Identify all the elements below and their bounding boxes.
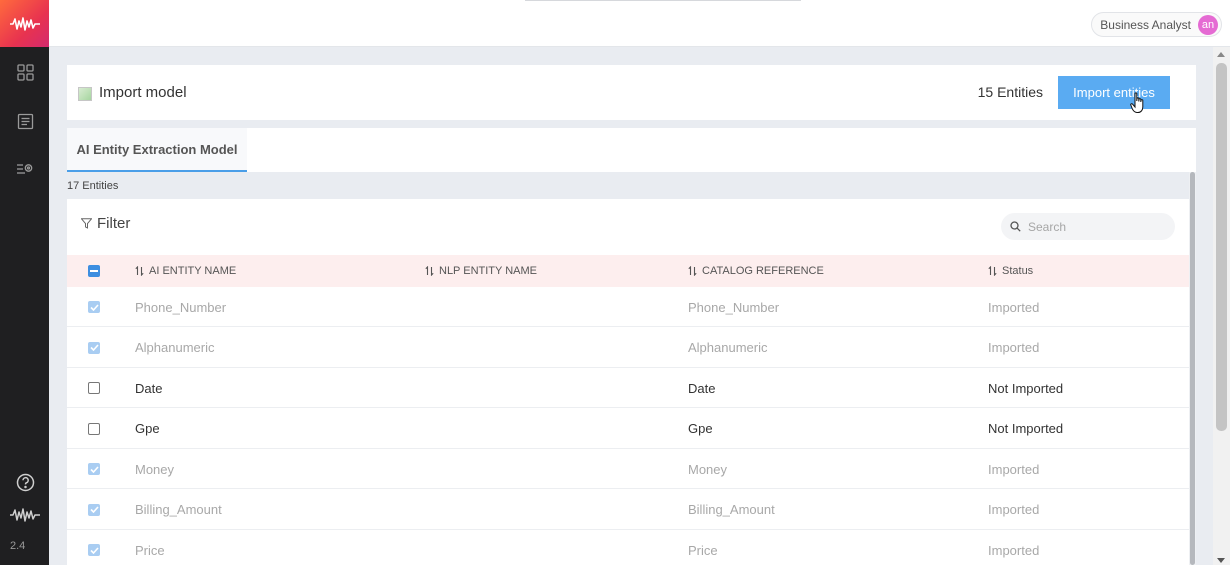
page-scrollbar-thumb[interactable] [1216,63,1227,431]
cell-ai-entity-name: Phone_Number [135,299,227,315]
row-checkbox[interactable] [88,449,100,489]
table-header: AI ENTITY NAME NLP ENTITY NAME CATALOG R… [67,255,1191,287]
waveform-icon [10,505,40,525]
cell-status: Imported [988,542,1040,558]
row-checkbox[interactable] [88,530,100,565]
tab-bar: AI Entity Extraction Model [67,128,1196,172]
cell-catalog-reference: Money [688,461,728,477]
table-row[interactable]: Billing_Amount Billing_Amount Imported [67,490,1191,530]
sort-icon [988,266,997,276]
column-header-ai-entity-name[interactable]: AI ENTITY NAME [135,255,236,287]
cell-ai-entity-name: Alphanumeric [135,340,215,355]
model-image-icon [78,87,92,101]
checked-checkbox-icon [88,341,100,354]
cell-catalog-reference: Price [688,542,718,558]
cell-status: Imported [988,461,1040,477]
cell-ai-entity-name: Money [135,461,175,477]
filter-icon [81,218,92,229]
cell-catalog-reference: Phone_Number [688,299,780,315]
column-header-catalog-reference[interactable]: CATALOG REFERENCE [688,255,824,287]
row-checkbox[interactable] [88,368,100,408]
table-row[interactable]: Date Date Not Imported [67,368,1191,408]
avatar: an [1198,14,1218,35]
table-row[interactable]: Alphanumeric Alphanumeric Imported [67,328,1191,368]
unchecked-checkbox-icon [88,382,100,394]
table-row[interactable]: Phone_Number Phone_Number Imported [67,287,1191,327]
page-scrollbar[interactable] [1213,47,1230,565]
cell-catalog-reference: Alphanumeric [688,340,768,355]
user-role: Business Analyst [1100,17,1191,32]
table-row[interactable]: Money Money Imported [67,449,1191,489]
import-entities-button[interactable]: Import entities [1058,76,1170,109]
sort-icon [688,266,697,276]
search-box[interactable] [1001,213,1175,240]
sort-icon [425,266,434,276]
filter-label: Filter [97,215,131,232]
row-checkbox[interactable] [88,287,100,327]
row-checkbox[interactable] [88,490,100,530]
import-header: Import model 15 Entities Import entities [67,65,1196,120]
entities-table-card: Filter AI ENTITY NAME NLP ENTITY NAME CA… [67,199,1191,565]
table-row[interactable]: Gpe Gpe Not Imported [67,409,1191,449]
search-input[interactable] [1028,219,1168,234]
cell-status: Not Imported [988,380,1064,396]
checked-checkbox-icon [88,301,100,313]
settings-list-icon[interactable] [15,159,35,179]
sort-icon [135,266,144,276]
cell-ai-entity-name: Date [135,380,163,396]
cell-status: Imported [988,299,1040,315]
checked-checkbox-icon [88,544,100,556]
cell-status: Imported [988,340,1040,355]
checked-checkbox-icon [88,503,100,516]
cell-catalog-reference: Billing_Amount [688,502,775,517]
app-logo[interactable] [0,0,49,47]
table-row[interactable]: Price Price Imported [67,530,1191,565]
cell-catalog-reference: Gpe [688,421,713,436]
selected-entities-count: 15 Entities [977,84,1043,100]
user-menu[interactable]: Business Analyst an [1091,12,1222,37]
tab-ai-entity-extraction-model[interactable]: AI Entity Extraction Model [67,128,247,172]
cell-status: Not Imported [988,421,1064,436]
cell-ai-entity-name: Price [135,542,165,558]
partial-checkbox-icon [88,265,100,277]
cell-ai-entity-name: Billing_Amount [135,502,222,517]
checked-checkbox-icon [88,463,100,475]
help-icon[interactable] [15,472,35,492]
document-icon[interactable] [15,111,35,131]
table-scrollbar-thumb[interactable] [1190,172,1195,565]
cell-catalog-reference: Date [688,380,716,396]
top-header: Business Analyst an [49,0,1230,47]
filter-button[interactable]: Filter [81,215,130,232]
cell-status: Imported [988,502,1040,517]
waveform-logo-icon [9,16,40,31]
scroll-up-icon[interactable] [1217,52,1225,57]
grid-icon[interactable] [15,62,35,82]
table-scrollbar[interactable] [1189,172,1196,565]
row-checkbox[interactable] [88,409,100,449]
hand-pointer-icon [1130,92,1144,113]
select-all-checkbox[interactable] [88,255,100,287]
total-entities-count: 17 Entities [67,180,119,192]
search-icon [1010,221,1021,232]
app-version: 2.4 [10,540,26,552]
header-divider [525,0,801,1]
scroll-down-icon[interactable] [1217,558,1225,563]
page-title: Import model [99,84,187,101]
column-header-nlp-entity-name[interactable]: NLP ENTITY NAME [425,255,537,287]
cell-ai-entity-name: Gpe [135,421,160,436]
unchecked-checkbox-icon [88,422,100,435]
sidebar: 2.4 [0,0,49,565]
row-checkbox[interactable] [88,328,100,368]
column-header-status[interactable]: Status [988,255,1033,287]
